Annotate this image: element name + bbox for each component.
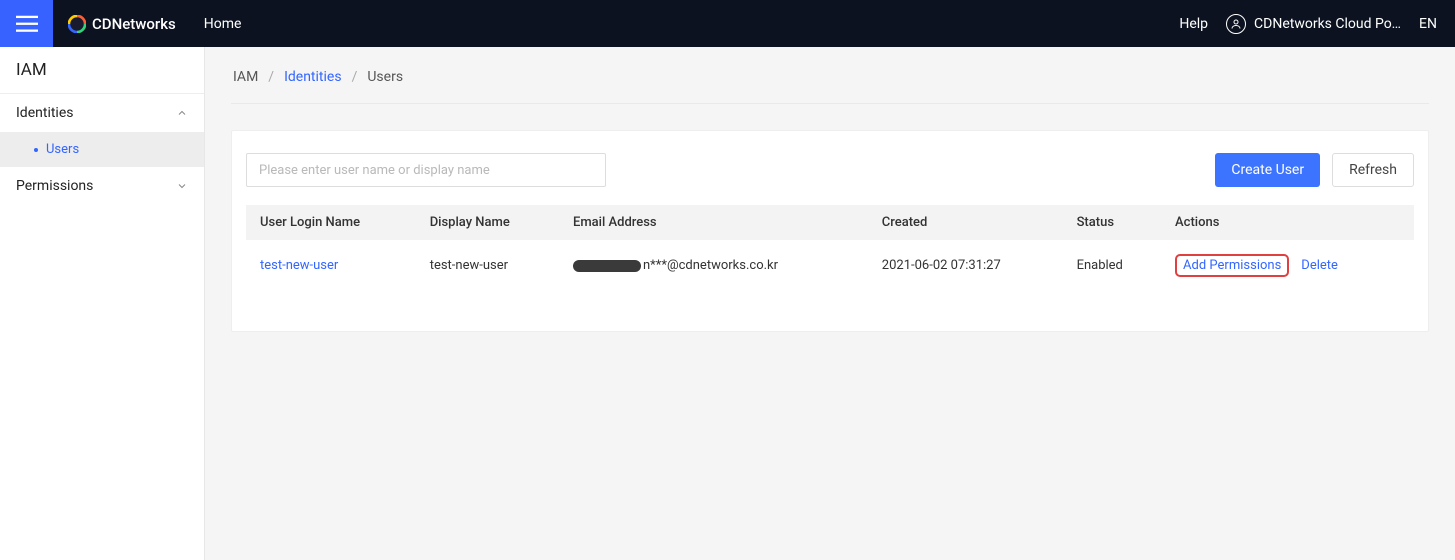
sidebar-group-head-permissions[interactable]: Permissions (0, 167, 204, 205)
home-link[interactable]: Home (204, 16, 242, 32)
sidebar-item-label: Users (46, 142, 79, 157)
refresh-button[interactable]: Refresh (1332, 153, 1414, 187)
cell-display-name: test-new-user (416, 240, 559, 291)
cell-actions: Add Permissions Delete (1175, 254, 1400, 277)
hamburger-icon (16, 15, 38, 33)
col-status: Status (1063, 205, 1161, 240)
bullet-icon (34, 148, 38, 152)
col-created: Created (868, 205, 1063, 240)
add-permissions-highlight: Add Permissions (1175, 254, 1289, 277)
main: IAM / Identities / Users Create User Ref… (205, 47, 1455, 560)
search-input[interactable] (246, 153, 606, 187)
panel-toolbar: Create User Refresh (246, 153, 1414, 187)
topbar: CDNetworks Home Help CDNetworks Cloud Po… (0, 0, 1455, 47)
email-suffix: n***@cdnetworks.co.kr (643, 258, 778, 273)
sidebar-group-permissions: Permissions (0, 167, 204, 205)
user-menu[interactable]: CDNetworks Cloud Po… (1226, 14, 1401, 34)
breadcrumb-users: Users (367, 69, 403, 85)
brand: CDNetworks (68, 15, 176, 33)
sidebar-item-users[interactable]: Users (0, 132, 204, 167)
sidebar-group-identities: Identities Users (0, 94, 204, 167)
table-row: test-new-user test-new-user n***@cdnetwo… (246, 240, 1414, 291)
cell-email: n***@cdnetworks.co.kr (573, 258, 854, 273)
breadcrumb-sep: / (268, 69, 274, 85)
redacted-icon (573, 260, 641, 272)
col-email: Email Address (559, 205, 868, 240)
panel-actions: Create User Refresh (1215, 153, 1414, 187)
users-panel: Create User Refresh User Login Name Disp… (231, 130, 1429, 332)
sidebar-group-head-identities[interactable]: Identities (0, 94, 204, 132)
sidebar-group-label: Permissions (16, 178, 93, 194)
brand-text: CDNetworks (92, 15, 176, 33)
user-login-link[interactable]: test-new-user (260, 258, 338, 273)
topbar-right: Help CDNetworks Cloud Po… EN (1179, 14, 1455, 34)
language-switch[interactable]: EN (1419, 16, 1437, 32)
table-header-row: User Login Name Display Name Email Addre… (246, 205, 1414, 240)
users-table: User Login Name Display Name Email Addre… (246, 205, 1414, 291)
col-login: User Login Name (246, 205, 416, 240)
shell: IAM Identities Users Permissions IAM / I… (0, 47, 1455, 560)
chevron-up-icon (176, 107, 188, 119)
col-display: Display Name (416, 205, 559, 240)
create-user-button[interactable]: Create User (1215, 153, 1320, 187)
sidebar: IAM Identities Users Permissions (0, 47, 205, 560)
user-avatar-icon (1226, 14, 1246, 34)
cell-status: Enabled (1063, 240, 1161, 291)
col-actions: Actions (1161, 205, 1414, 240)
menu-toggle-button[interactable] (0, 0, 53, 47)
sidebar-group-label: Identities (16, 105, 73, 121)
add-permissions-link[interactable]: Add Permissions (1183, 258, 1281, 273)
help-link[interactable]: Help (1179, 16, 1208, 32)
sidebar-title: IAM (0, 47, 204, 94)
user-name-label: CDNetworks Cloud Po… (1254, 16, 1401, 32)
chevron-down-icon (176, 180, 188, 192)
delete-link[interactable]: Delete (1301, 258, 1338, 273)
breadcrumb-sep: / (352, 69, 358, 85)
cell-created: 2021-06-02 07:31:27 (868, 240, 1063, 291)
brand-logo-icon (68, 15, 86, 33)
breadcrumb-root[interactable]: IAM (233, 69, 258, 85)
breadcrumb: IAM / Identities / Users (231, 47, 1429, 104)
breadcrumb-identities[interactable]: Identities (284, 69, 341, 85)
